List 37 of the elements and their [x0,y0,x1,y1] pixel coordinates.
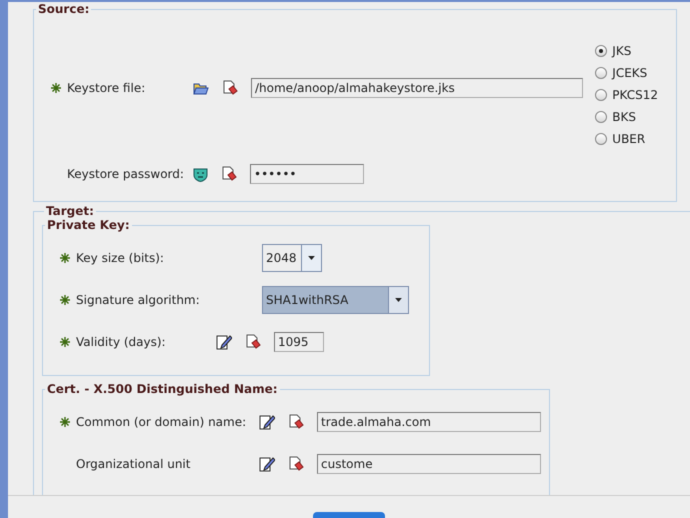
folder-icon[interactable] [193,81,209,95]
radio-button[interactable]: BKS [595,108,658,125]
field-label: Key size (bits): [76,251,165,265]
clear-icon[interactable] [288,456,304,472]
input-field[interactable]: 1095 [274,332,324,352]
clear-icon[interactable] [222,80,238,96]
field-label: Organizational unit [76,457,192,471]
section-title: Target: [45,204,95,218]
dropdown[interactable]: 2048 [262,244,322,272]
caret-icon [301,245,321,271]
section-title: Cert. - X.500 Distinguished Name: [46,382,279,396]
input-field[interactable]: /home/anoop/almahakeystore.jks [251,78,583,98]
input-field[interactable]: trade.almaha.com [317,412,541,432]
section-title: Source: [37,2,90,16]
edit-icon[interactable] [259,414,275,430]
section-title: Private Key: [46,218,131,232]
clear-icon[interactable] [245,334,261,350]
clear-icon[interactable] [221,166,237,182]
input-field[interactable]: custome [317,454,541,474]
input-field[interactable]: •••••• [250,164,364,184]
required-icon [51,83,61,93]
field-label: Keystore file: [67,81,146,95]
radio-button[interactable]: JCEKS [595,64,658,81]
radio-button[interactable]: PKCS12 [595,86,658,103]
field-label: Common (or domain) name: [76,415,248,429]
clear-icon[interactable] [288,414,304,430]
edit-icon[interactable] [259,456,275,472]
field-label: Validity (days): [76,335,167,349]
dropdown[interactable]: SHA1withRSA [262,286,409,314]
radio-button[interactable]: JKS [595,42,658,59]
edit-icon[interactable] [216,334,232,350]
mask-icon[interactable] [193,166,208,182]
caret-icon [388,287,408,313]
field-label: Keystore password: [67,167,185,181]
radio-button[interactable]: UBER [595,130,658,147]
required-icon [60,417,70,427]
field-label: Signature algorithm: [76,293,201,307]
